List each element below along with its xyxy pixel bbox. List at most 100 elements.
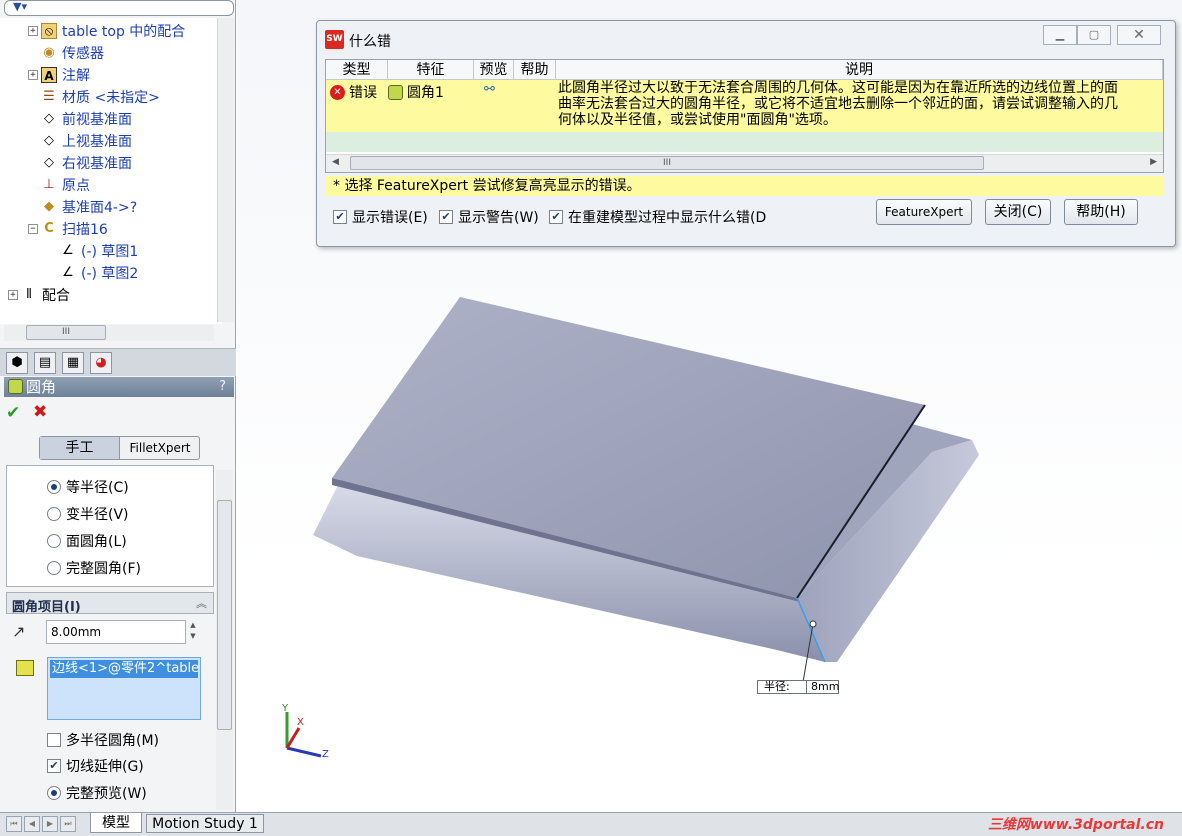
column-header-type[interactable]: 类型 — [326, 60, 388, 80]
callout-value[interactable]: 8mm — [806, 681, 839, 693]
next-tab-icon[interactable]: ▶ — [42, 816, 58, 832]
show-errors-checkbox-row[interactable]: ✔ 显示错误(E) — [333, 207, 428, 227]
tree-item-sketch2[interactable]: ∠ (-) 草图2 — [60, 262, 138, 284]
tree-item-sketch1[interactable]: ∠ (-) 草图1 — [60, 240, 138, 262]
radio-button[interactable] — [47, 534, 61, 548]
checkbox[interactable]: ✔ — [439, 210, 453, 224]
property-icon: ▤ — [38, 355, 52, 370]
edges-selection-box[interactable]: 边线<1>@零件2^table top — [47, 657, 201, 720]
table-scroll-thumb[interactable]: III — [350, 156, 984, 170]
radio-button[interactable] — [47, 786, 61, 800]
tree-item-material[interactable]: ☰ 材质 <未指定> — [41, 86, 160, 108]
filletxpert-mode-tab[interactable]: FilletXpert — [120, 437, 200, 459]
tree-item-origin[interactable]: ⊥ 原点 — [41, 174, 90, 196]
empty-row[interactable] — [326, 132, 1163, 152]
tree-item-plane4[interactable]: ◆ 基准面4->? — [41, 196, 137, 218]
show-on-rebuild-checkbox-row[interactable]: ✔ 在重建模型过程中显示什么错(D — [549, 207, 766, 227]
property-manager-scroll-thumb[interactable] — [217, 500, 232, 730]
scroll-right-icon[interactable]: ▶ — [1150, 157, 1157, 167]
last-tab-icon[interactable]: ⏭ — [60, 816, 76, 832]
tangent-propagation-checkbox-row[interactable]: ✔ 切线延伸(G) — [47, 756, 144, 776]
error-row[interactable]: ✕ 错误 圆角1 ⚯ 此圆角半径过大以致于无法套合周围的几何体。这可能是因为在靠… — [326, 80, 1163, 132]
column-header-preview[interactable]: 预览 — [474, 60, 514, 80]
radio-full-round[interactable]: 完整圆角(F) — [47, 558, 141, 578]
tab-motion-study[interactable]: Motion Study 1 — [146, 814, 264, 833]
tree-item-mates-folder[interactable]: + ⦸ table top 中的配合 — [28, 20, 185, 42]
sketch-icon: ∠ — [62, 265, 74, 280]
tree-item-annotations[interactable]: + A 注解 — [28, 64, 90, 86]
tree-item-mates[interactable]: + ⫴ 配合 — [8, 284, 70, 306]
fillet-icon — [8, 379, 23, 394]
help-button[interactable]: 帮助(H) — [1064, 199, 1138, 225]
checkbox-label: 切线延伸(G) — [66, 759, 144, 775]
collapse-chevron-icon[interactable]: ︽ — [196, 595, 207, 611]
triad-y-label: Y — [282, 703, 289, 714]
expand-icon[interactable]: + — [28, 70, 38, 80]
triad-x-label: X — [297, 717, 304, 728]
plane-icon: ◇ — [44, 155, 54, 170]
tree-scroll-thumb[interactable]: III — [26, 325, 106, 340]
tree-item-label: 配合 — [42, 288, 70, 304]
checkbox[interactable]: ✔ — [333, 210, 347, 224]
selected-edge-item[interactable]: 边线<1>@零件2^table top — [50, 660, 198, 678]
cancel-x-icon[interactable]: ✖ — [33, 402, 47, 422]
tab-model[interactable]: 模型 — [90, 813, 142, 833]
collapse-icon[interactable]: − — [28, 224, 38, 234]
plane-icon: ◇ — [44, 133, 54, 148]
radio-variable-radius[interactable]: 变半径(V) — [47, 504, 129, 524]
tree-item-label: 右视基准面 — [62, 156, 132, 172]
preview-glasses-icon[interactable]: ⚯ — [484, 82, 495, 97]
help-icon[interactable]: ? — [219, 377, 226, 397]
tree-item-right-plane[interactable]: ◇ 右视基准面 — [41, 152, 132, 174]
scroll-left-icon[interactable]: ◀ — [332, 157, 339, 167]
column-header-help[interactable]: 帮助 — [514, 60, 556, 80]
property-manager-tab[interactable]: ▤ — [34, 352, 56, 374]
radio-button[interactable] — [47, 507, 61, 521]
filter-icon[interactable]: ▼▾ — [13, 0, 27, 13]
radio-button[interactable] — [47, 480, 61, 494]
featurexpert-hint: * 选择 FeatureXpert 尝试修复高亮显示的错误。 — [325, 176, 1164, 196]
featurexpert-button[interactable]: FeatureXpert — [876, 199, 972, 225]
multi-radius-checkbox-row[interactable]: 多半径圆角(M) — [47, 730, 159, 750]
tree-item-label: 基准面4->? — [62, 200, 138, 216]
expand-icon[interactable]: + — [28, 26, 38, 36]
show-warnings-checkbox-row[interactable]: ✔ 显示警告(W) — [439, 207, 539, 227]
tree-item-sensors[interactable]: ◉ 传感器 — [41, 42, 104, 64]
prev-tab-icon[interactable]: ◀ — [24, 816, 40, 832]
ok-checkmark-icon[interactable]: ✔ — [6, 403, 20, 423]
radius-input[interactable]: 8.00mm — [46, 620, 186, 644]
display-manager-tab[interactable]: ◕ — [90, 352, 112, 374]
radius-spinner[interactable]: ▲ ▼ — [187, 620, 199, 644]
checkbox[interactable]: ✔ — [47, 759, 61, 773]
checkbox-label: 显示错误(E) — [352, 210, 428, 226]
tree-item-sweep16[interactable]: − C 扫描16 — [28, 218, 108, 240]
triad-x-axis — [285, 727, 301, 749]
tree-item-top-plane[interactable]: ◇ 上视基准面 — [41, 130, 132, 152]
tree-item-front-plane[interactable]: ◇ 前视基准面 — [41, 108, 132, 130]
full-preview-radio-row[interactable]: 完整预览(W) — [47, 783, 147, 803]
radio-button[interactable] — [47, 561, 61, 575]
column-header-feature[interactable]: 特征 — [388, 60, 474, 80]
configuration-manager-tab[interactable]: ▦ — [62, 352, 84, 374]
origin-icon: ⊥ — [43, 177, 55, 192]
maximize-button[interactable]: ▢ — [1077, 25, 1111, 45]
radio-constant-radius[interactable]: 等半径(C) — [47, 477, 129, 497]
feature-tree: + ⦸ table top 中的配合 ◉ 传感器 + A 注解 ☰ 材质 <未指… — [0, 18, 222, 324]
tree-filter-bar[interactable]: ▼▾ — [4, 0, 234, 16]
checkbox[interactable] — [47, 733, 61, 747]
column-header-description[interactable]: 说明 — [556, 60, 1163, 80]
tree-item-label: 前视基准面 — [62, 112, 132, 128]
feature-manager-tab[interactable]: ⬢ — [6, 352, 28, 374]
error-type-label: 错误 — [349, 85, 377, 101]
radio-face-fillet[interactable]: 面圆角(L) — [47, 531, 127, 551]
close-window-button[interactable]: ✕ — [1117, 25, 1161, 45]
first-tab-icon[interactable]: ⏮ — [6, 816, 22, 832]
tree-vertical-scrollbar[interactable] — [217, 18, 234, 322]
close-button[interactable]: 关闭(C) — [985, 199, 1051, 225]
checkbox[interactable]: ✔ — [549, 210, 563, 224]
minimize-button[interactable]: ▁ — [1043, 25, 1077, 45]
radius-callout[interactable]: 半径: 8mm — [757, 680, 839, 694]
manual-mode-tab[interactable]: 手工 — [40, 437, 120, 459]
fillet-items-header[interactable]: 圆角项目(I) ︽ — [6, 592, 214, 615]
expand-icon[interactable]: + — [8, 290, 18, 300]
